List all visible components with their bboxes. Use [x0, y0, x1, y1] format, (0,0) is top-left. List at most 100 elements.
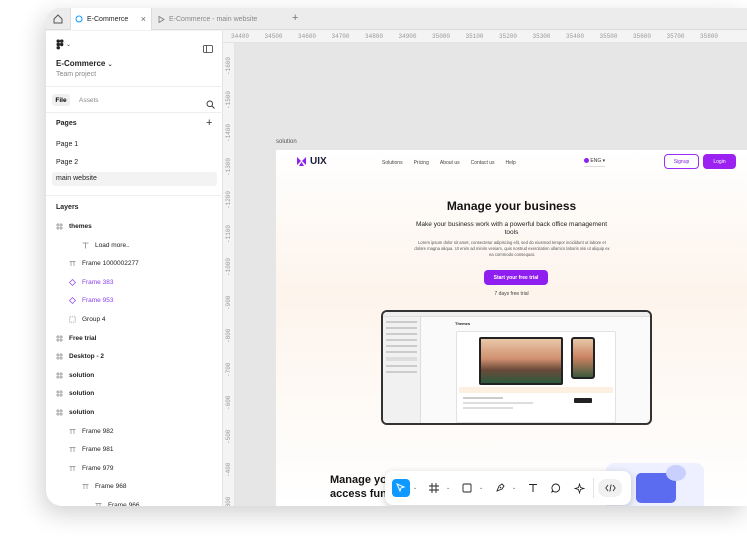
mockup-laptop	[479, 337, 563, 385]
page-item-2[interactable]: Page 2	[56, 159, 78, 166]
frame-grid-icon	[56, 390, 63, 398]
layer-label: Frame 966	[108, 502, 140, 506]
chevron-down-icon[interactable]: ⌄	[446, 485, 450, 491]
frame-grid-icon	[56, 353, 63, 361]
layer-label: Frame 1000002277	[82, 260, 139, 268]
nav-link[interactable]: Pricing	[414, 160, 429, 166]
uix-logo: UIX	[296, 156, 327, 167]
mockup-sidebar	[383, 317, 421, 423]
frame-tool-icon[interactable]	[425, 479, 443, 497]
layer-item[interactable]: solution	[56, 371, 94, 379]
ruler-tick-label: 35100	[465, 33, 484, 40]
pen-tool-icon[interactable]	[491, 479, 509, 497]
frame-icon	[69, 446, 76, 453]
page-item-1[interactable]: Page 1	[56, 141, 78, 148]
product-mockup: Themes	[381, 310, 652, 425]
layer-item[interactable]: Frame 383	[69, 279, 113, 286]
site-navbar: UIX Solutions Pricing About us Contact us He…	[276, 150, 747, 176]
close-icon[interactable]: ×	[141, 14, 146, 24]
canvas[interactable]: solution UIX Solutions Pricing About us Con…	[235, 43, 747, 506]
add-page-icon[interactable]: +	[206, 117, 212, 129]
file-tab[interactable]: File	[52, 94, 70, 106]
tab-main-website[interactable]: E-Commerce - main website	[153, 8, 285, 30]
nav-link[interactable]: Help	[506, 160, 516, 166]
page-item-main-website[interactable]: main website	[52, 172, 217, 186]
nav-link[interactable]: About us	[440, 160, 460, 166]
ruler-tick-label: 34800	[365, 33, 384, 40]
rectangle-tool-icon[interactable]	[458, 479, 476, 497]
pages-heading: Pages	[56, 120, 77, 127]
layer-item[interactable]: Frame 953	[69, 297, 113, 304]
component-icon	[69, 297, 76, 305]
chevron-down-icon[interactable]: ⌄	[413, 485, 417, 491]
ruler-tick-label: 34500	[264, 33, 283, 40]
component-icon	[69, 278, 76, 286]
frame-icon	[69, 465, 76, 472]
layer-item[interactable]: Free trial	[56, 334, 97, 342]
hero-title: Manage your business	[446, 199, 577, 213]
text-tool-icon[interactable]	[524, 479, 542, 497]
new-tab-icon[interactable]: +	[292, 12, 298, 24]
layer-label: Frame 979	[82, 464, 114, 472]
sidebar-toggle-icon[interactable]	[203, 40, 213, 58]
layer-label: Free trial	[69, 334, 97, 342]
hero-body: Lorem ipsum dolor sit amet, consectetur …	[414, 240, 610, 257]
move-tool-icon[interactable]	[392, 479, 410, 497]
nav-link[interactable]: Contact us	[471, 160, 495, 166]
actions-tool-icon[interactable]	[570, 479, 588, 497]
bottom-toolbar: ⌄ ⌄ ⌄ ⌄	[385, 471, 631, 505]
free-trial-button[interactable]: Start your free trial	[484, 270, 548, 285]
layer-label: Desktop - 2	[69, 353, 105, 361]
layer-item[interactable]: Frame 1000002277	[69, 260, 139, 267]
home-icon[interactable]	[50, 11, 66, 27]
divider	[46, 86, 223, 87]
chevron-down-icon[interactable]: ⌄	[479, 485, 483, 491]
layer-item[interactable]: themes	[56, 223, 92, 230]
ruler-tick-label: 35000	[432, 33, 451, 40]
layer-label: Frame 383	[82, 278, 114, 286]
ruler-tick-label: 35200	[499, 33, 518, 40]
project-name[interactable]: E-Commerce ⌄	[56, 59, 113, 68]
assets-tab[interactable]: Assets	[79, 97, 99, 104]
logo-text: UIX	[310, 156, 327, 167]
language-selector[interactable]: ENG ▾	[584, 158, 606, 167]
layer-label: Frame 968	[95, 483, 127, 491]
layer-label: Load more..	[95, 241, 130, 249]
trial-note: 7 days free trial	[494, 291, 529, 297]
signup-button[interactable]: Signup	[664, 154, 699, 169]
ruler-tick-label: -500	[225, 429, 232, 444]
main-menu-icon[interactable]: ⌄	[56, 39, 71, 50]
globe-icon	[584, 158, 589, 164]
layer-item[interactable]: Group 4	[69, 316, 106, 323]
layer-label: solution	[69, 409, 95, 416]
frame-icon	[69, 428, 76, 435]
frame-icon	[69, 260, 76, 267]
chevron-down-icon[interactable]: ⌄	[512, 485, 516, 491]
frame-icon	[95, 502, 102, 506]
frame-grid-icon	[56, 334, 63, 342]
tab-e-commerce[interactable]: E-Commerce ×	[70, 8, 152, 30]
layer-item[interactable]: Frame 982	[69, 428, 113, 435]
layer-item[interactable]: Frame 968	[82, 483, 126, 490]
layer-item[interactable]: Desktop - 2	[56, 353, 105, 361]
hero-subtitle: Make your business work with a powerful …	[416, 221, 608, 236]
dev-mode-icon[interactable]	[598, 479, 622, 497]
login-button[interactable]: Login	[703, 154, 736, 169]
frame-icon	[82, 483, 89, 490]
toolbar-divider	[593, 478, 594, 498]
layer-item[interactable]: Load more..	[82, 242, 130, 249]
layer-item[interactable]: solution	[56, 409, 94, 416]
layer-item[interactable]: Frame 979	[69, 465, 113, 472]
nav-link[interactable]: Solutions	[382, 160, 403, 166]
layer-item[interactable]: Frame 966	[95, 502, 139, 506]
play-icon	[153, 15, 169, 23]
solution-frame[interactable]: UIX Solutions Pricing About us Contact us He…	[276, 150, 747, 506]
comment-tool-icon[interactable]	[547, 479, 565, 497]
ruler-tick-label: -1600	[225, 56, 232, 75]
frame-label[interactable]: solution	[276, 139, 297, 145]
ruler-tick-label: 34400	[231, 33, 250, 40]
layer-item[interactable]: Frame 981	[69, 446, 113, 453]
layer-item[interactable]: solution	[56, 390, 95, 398]
tab-label: E-Commerce	[87, 15, 129, 23]
layer-label: solution	[69, 390, 95, 398]
